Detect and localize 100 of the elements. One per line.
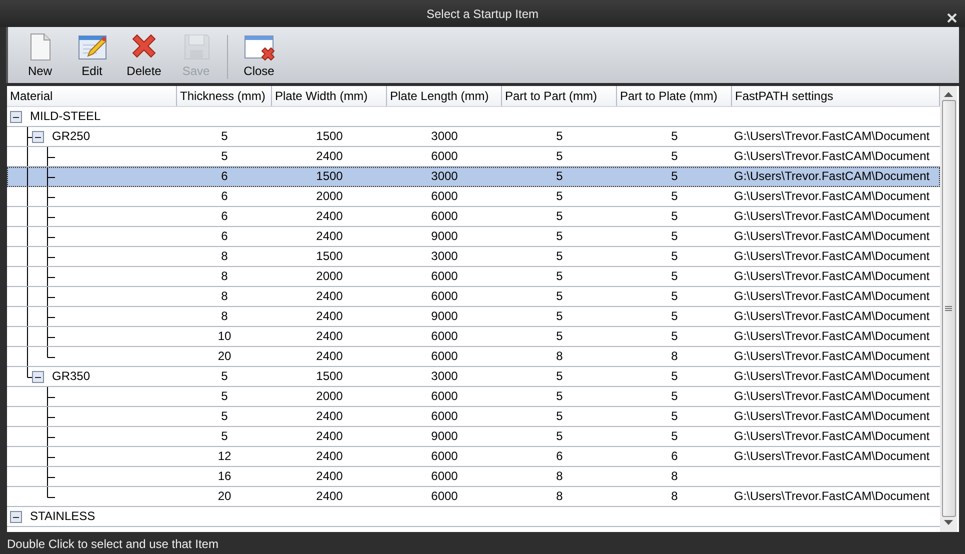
tree-row[interactable]: 8 2400 6000 5 5 G:\Users\Trevor.FastCAM\Document	[7, 287, 940, 307]
tree-row[interactable]: MILD-STEEL	[7, 107, 940, 127]
tree-lines	[27, 307, 55, 326]
table-cell-text: 8	[670, 468, 679, 485]
table-cell-text: 1500	[315, 128, 344, 145]
table-cell-text: 5	[555, 388, 564, 405]
table-cell-text: 9000	[430, 228, 459, 245]
tree-row[interactable]: 8 1500 3000 5 5 G:\Users\Trevor.FastCAM\Document	[7, 247, 940, 267]
tree-label: GR250	[52, 128, 90, 145]
table-cell-text: 5	[670, 268, 679, 285]
table-cell-text: 8	[220, 268, 229, 285]
column-header[interactable]: Part to Plate (mm)	[617, 86, 732, 106]
table-cell-text: G:\Users\Trevor.FastCAM\Document	[733, 268, 931, 285]
table-cell-text: 5	[555, 228, 564, 245]
table-cell-text: G:\Users\Trevor.FastCAM\Document	[733, 328, 931, 345]
table-cell-text: 5	[670, 428, 679, 445]
table-cell-text: 16	[216, 468, 232, 485]
table-cell-text: 5	[555, 408, 564, 425]
scroll-down-icon[interactable]	[944, 520, 953, 526]
tree-row[interactable]: 12 2400 6000 6 6 G:\Users\Trevor.FastCAM\Document	[7, 447, 940, 467]
table-cell-text: 2400	[315, 408, 344, 425]
table-cell-text: 5	[670, 308, 679, 325]
table-cell-text: 5	[670, 368, 679, 385]
table-cell-text: 9000	[430, 308, 459, 325]
table-cell-text: 5	[670, 208, 679, 225]
table-cell-text: G:\Users\Trevor.FastCAM\Document	[733, 208, 931, 225]
tree-row[interactable]: 20 2400 6000 8 8 G:\Users\Trevor.FastCAM\Document	[7, 487, 940, 507]
table-cell-text: 2400	[315, 488, 344, 505]
tree-row[interactable]: 8 2000 6000 5 5 G:\Users\Trevor.FastCAM\Document	[7, 267, 940, 287]
column-header[interactable]: Plate Width (mm)	[272, 86, 387, 106]
collapse-icon[interactable]	[10, 110, 22, 122]
table-cell-text: G:\Users\Trevor.FastCAM\Document	[733, 288, 931, 305]
tree-row[interactable]: 5 2400 9000 5 5 G:\Users\Trevor.FastCAM\Document	[7, 427, 940, 447]
tree-row[interactable]: 6 2400 9000 5 5 G:\Users\Trevor.FastCAM\Document	[7, 227, 940, 247]
table-cell-text: 2400	[315, 308, 344, 325]
table-cell-text: 6000	[430, 348, 459, 365]
table-cell-text: G:\Users\Trevor.FastCAM\Document	[733, 408, 931, 425]
new-button[interactable]: New	[14, 31, 66, 81]
table-cell-text: G:\Users\Trevor.FastCAM\Document	[733, 368, 931, 385]
table-cell-text: 5	[670, 388, 679, 405]
scroll-up-icon[interactable]	[944, 91, 953, 97]
table-cell-text: 6	[555, 448, 564, 465]
tree-row[interactable]: 5 2000 6000 5 5 G:\Users\Trevor.FastCAM\Document	[7, 387, 940, 407]
table-cell-text: G:\Users\Trevor.FastCAM\Document	[733, 488, 931, 505]
table-cell-text: 5	[555, 308, 564, 325]
table-cell-text: 6000	[430, 468, 459, 485]
table-cell-text: G:\Users\Trevor.FastCAM\Document	[733, 228, 931, 245]
table-cell-text: 12	[216, 448, 232, 465]
tree-row[interactable]: 10 2400 6000 5 5 G:\Users\Trevor.FastCAM\Document	[7, 327, 940, 347]
table-cell-text: 3000	[430, 248, 459, 265]
close-icon[interactable]	[947, 12, 957, 23]
collapse-icon[interactable]	[32, 370, 44, 382]
table-cell-text: 1500	[315, 168, 344, 185]
tree-lines	[27, 267, 55, 286]
column-header[interactable]: Material	[7, 86, 177, 106]
tree-row[interactable]: 6 2000 6000 5 5 G:\Users\Trevor.FastCAM\Document	[7, 187, 940, 207]
table-cell-text: G:\Users\Trevor.FastCAM\Document	[733, 188, 931, 205]
column-header[interactable]: Thickness (mm)	[177, 86, 272, 106]
collapse-icon[interactable]	[32, 130, 44, 142]
edit-button[interactable]: Edit	[66, 31, 118, 81]
tree-row[interactable]: 5 2400 6000 5 5 G:\Users\Trevor.FastCAM\Document	[7, 407, 940, 427]
table-cell-text: 8	[555, 488, 564, 505]
table-cell-text: 5	[220, 388, 229, 405]
table-cell-text: G:\Users\Trevor.FastCAM\Document	[733, 248, 931, 265]
tree-row[interactable]: GR350 5 1500 3000 5 5 G:\Users\Trevor.FastCAM\Document	[7, 367, 940, 387]
table-cell-text: 6	[220, 168, 229, 185]
table-cell-text: 1500	[315, 368, 344, 385]
table-cell-text: 2400	[315, 208, 344, 225]
column-header[interactable]: Plate Length (mm)	[387, 86, 502, 106]
delete-button[interactable]: Delete	[118, 31, 170, 81]
tree-row[interactable]: 16 2400 6000 8 8	[7, 467, 940, 487]
table-cell-text: 6000	[430, 408, 459, 425]
close-button[interactable]: Close	[233, 31, 285, 81]
table-cell-text: 8	[555, 468, 564, 485]
tree-row[interactable]: GR250 5 1500 3000 5 5 G:\Users\Trevor.FastCAM\Document	[7, 127, 940, 147]
table-cell-text: 5	[220, 148, 229, 165]
table-cell-text: 5	[555, 368, 564, 385]
tree-row[interactable]: 6 2400 6000 5 5 G:\Users\Trevor.FastCAM\Document	[7, 207, 940, 227]
tree-row[interactable]: 20 2400 6000 8 8 G:\Users\Trevor.FastCAM\Document	[7, 347, 940, 367]
collapse-icon[interactable]	[10, 510, 22, 522]
table-cell-text: G:\Users\Trevor.FastCAM\Document	[733, 448, 931, 465]
table-cell-text: 5	[220, 128, 229, 145]
table-cell-text: 5	[670, 148, 679, 165]
table-cell-text: 5	[555, 208, 564, 225]
table-cell-text: 2000	[315, 268, 344, 285]
table-cell-text: 8	[220, 248, 229, 265]
table-cell-text: 2400	[315, 228, 344, 245]
table-cell-text: 10	[216, 328, 232, 345]
tree-row[interactable]: 8 2400 9000 5 5 G:\Users\Trevor.FastCAM\Document	[7, 307, 940, 327]
table-cell-text: 6000	[430, 148, 459, 165]
column-header[interactable]: Part to Part (mm)	[502, 86, 617, 106]
table-cell-text: 8	[220, 288, 229, 305]
table-cell-text: 20	[216, 348, 232, 365]
scrollbar-thumb[interactable]	[942, 100, 956, 517]
tree-row[interactable]: STAINLESS	[7, 507, 940, 527]
table-cell-text: 2400	[315, 148, 344, 165]
table-cell-text: 6000	[430, 288, 459, 305]
table-cell-text: G:\Users\Trevor.FastCAM\Document	[733, 128, 931, 145]
window-title: Select a Startup Item	[426, 6, 539, 22]
tree-row[interactable]: 6 1500 3000 5 5 G:\Users\Trevor.FastCAM\Document	[7, 167, 940, 187]
